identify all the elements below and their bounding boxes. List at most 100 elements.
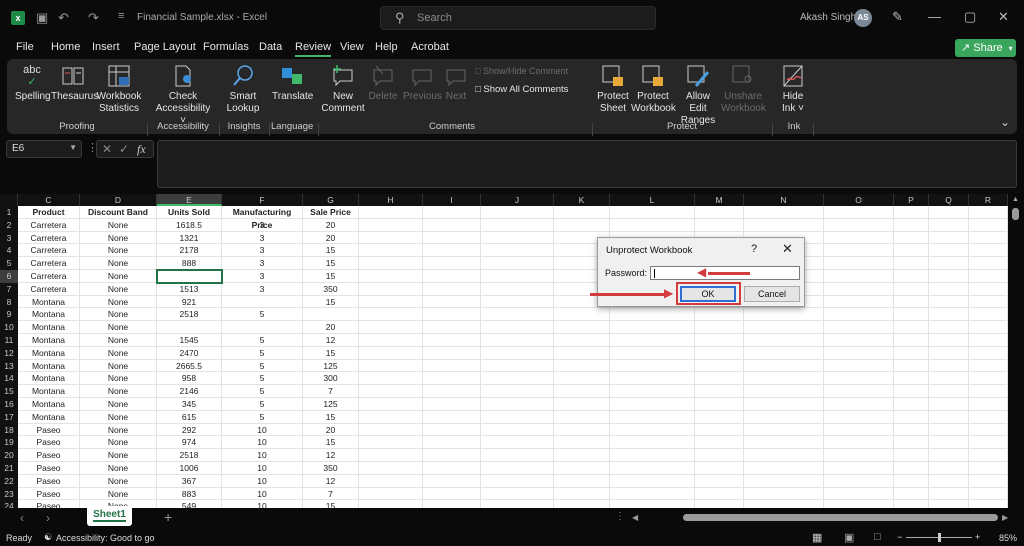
table-cell[interactable]: Carretera (18, 270, 80, 283)
table-cell[interactable]: 125 (303, 398, 359, 411)
table-cell[interactable]: 15 (303, 500, 359, 508)
row-header[interactable]: 12 (0, 346, 18, 360)
table-cell[interactable]: 958 (157, 372, 222, 386)
table-cell[interactable] (554, 372, 610, 386)
table-cell[interactable] (481, 218, 554, 232)
sheet-tab-sheet1[interactable]: Sheet1 (87, 506, 132, 526)
row-header[interactable]: 16 (0, 398, 18, 411)
table-cell[interactable] (929, 500, 969, 508)
table-cell[interactable] (744, 487, 824, 501)
table-cell[interactable]: 3 (222, 282, 303, 296)
table-cell[interactable]: None (80, 321, 157, 334)
horizontal-scroll-thumb[interactable] (683, 514, 998, 521)
table-cell[interactable]: Montana (18, 398, 80, 411)
row-header[interactable]: 23 (0, 487, 18, 501)
table-cell[interactable]: Carretera (18, 231, 80, 245)
row-header[interactable]: 5 (0, 257, 18, 270)
table-cell[interactable] (824, 385, 894, 398)
table-cell[interactable] (481, 436, 554, 450)
table-cell[interactable] (929, 270, 969, 283)
chevron-down-icon[interactable]: ▾ (1009, 44, 1013, 53)
table-cell[interactable] (894, 462, 929, 475)
column-title[interactable] (423, 206, 481, 219)
table-cell[interactable] (554, 359, 610, 373)
table-cell[interactable] (359, 334, 423, 347)
table-cell[interactable]: None (80, 270, 157, 283)
table-cell[interactable] (610, 308, 695, 322)
table-cell[interactable] (929, 308, 969, 322)
table-cell[interactable]: None (80, 436, 157, 450)
table-cell[interactable]: None (80, 308, 157, 322)
table-cell[interactable] (481, 410, 554, 424)
table-cell[interactable] (695, 334, 744, 347)
column-header-e[interactable]: E (157, 194, 222, 206)
table-cell[interactable] (481, 449, 554, 462)
table-cell[interactable] (824, 436, 894, 450)
table-cell[interactable]: 2470 (157, 346, 222, 360)
table-cell[interactable] (359, 449, 423, 462)
table-cell[interactable]: Paseo (18, 436, 80, 450)
pen-icon[interactable]: ✎ (892, 9, 903, 25)
table-cell[interactable] (744, 308, 824, 322)
table-cell[interactable]: None (80, 462, 157, 475)
table-cell[interactable]: None (80, 398, 157, 411)
search-box[interactable]: ⚲ Search (380, 6, 656, 30)
table-cell[interactable] (359, 359, 423, 373)
table-cell[interactable] (969, 500, 1008, 508)
table-cell[interactable] (969, 295, 1008, 309)
table-cell[interactable] (969, 282, 1008, 296)
table-cell[interactable]: Montana (18, 372, 80, 386)
table-cell[interactable]: 20 (303, 321, 359, 334)
row-header[interactable]: 9 (0, 308, 18, 322)
close-button[interactable]: ✕ (998, 9, 1009, 25)
table-cell[interactable] (481, 270, 554, 283)
scroll-left-icon[interactable]: ◀ (632, 513, 638, 522)
table-cell[interactable] (359, 500, 423, 508)
column-header-h[interactable]: H (359, 194, 423, 206)
table-cell[interactable] (744, 359, 824, 373)
insert-function-icon[interactable]: fx (137, 142, 146, 157)
row-header[interactable]: 10 (0, 321, 18, 334)
table-cell[interactable]: 15 (303, 270, 359, 283)
table-cell[interactable] (610, 474, 695, 488)
table-cell[interactable] (969, 308, 1008, 322)
table-cell[interactable]: 10 (222, 449, 303, 462)
more-icon[interactable]: ⋮ (615, 511, 625, 522)
table-cell[interactable] (894, 282, 929, 296)
table-cell[interactable] (929, 385, 969, 398)
table-cell[interactable] (695, 423, 744, 437)
column-header-g[interactable]: G (303, 194, 359, 206)
table-cell[interactable] (744, 436, 824, 450)
cancel-button[interactable]: Cancel (744, 286, 800, 302)
tab-help[interactable]: Help (375, 41, 398, 53)
table-cell[interactable]: 2665.5 (157, 359, 222, 373)
table-cell[interactable] (929, 474, 969, 488)
table-cell[interactable] (423, 231, 481, 245)
column-header-f[interactable]: F (222, 194, 303, 206)
table-cell[interactable] (824, 346, 894, 360)
table-cell[interactable] (894, 474, 929, 488)
table-cell[interactable] (359, 231, 423, 245)
row-header[interactable]: 11 (0, 334, 18, 347)
table-cell[interactable]: 292 (157, 423, 222, 437)
table-cell[interactable]: Montana (18, 385, 80, 398)
column-header-d[interactable]: D (80, 194, 157, 206)
column-header-m[interactable]: M (695, 194, 744, 206)
table-cell[interactable] (744, 474, 824, 488)
table-cell[interactable] (554, 308, 610, 322)
row-header[interactable]: 3 (0, 231, 18, 245)
table-cell[interactable]: None (80, 282, 157, 296)
table-cell[interactable] (481, 282, 554, 296)
table-cell[interactable] (359, 474, 423, 488)
table-cell[interactable]: 367 (157, 474, 222, 488)
vertical-scrollbar[interactable]: ▲ (1008, 194, 1024, 508)
table-cell[interactable] (481, 474, 554, 488)
delete-comment-button[interactable]: Delete (368, 64, 398, 103)
table-cell[interactable] (481, 334, 554, 347)
table-cell[interactable] (359, 398, 423, 411)
table-cell[interactable]: 5 (222, 359, 303, 373)
tab-data[interactable]: Data (259, 41, 282, 53)
table-cell[interactable] (894, 359, 929, 373)
table-cell[interactable] (423, 359, 481, 373)
new-comment-button[interactable]: New Comment (321, 64, 365, 115)
